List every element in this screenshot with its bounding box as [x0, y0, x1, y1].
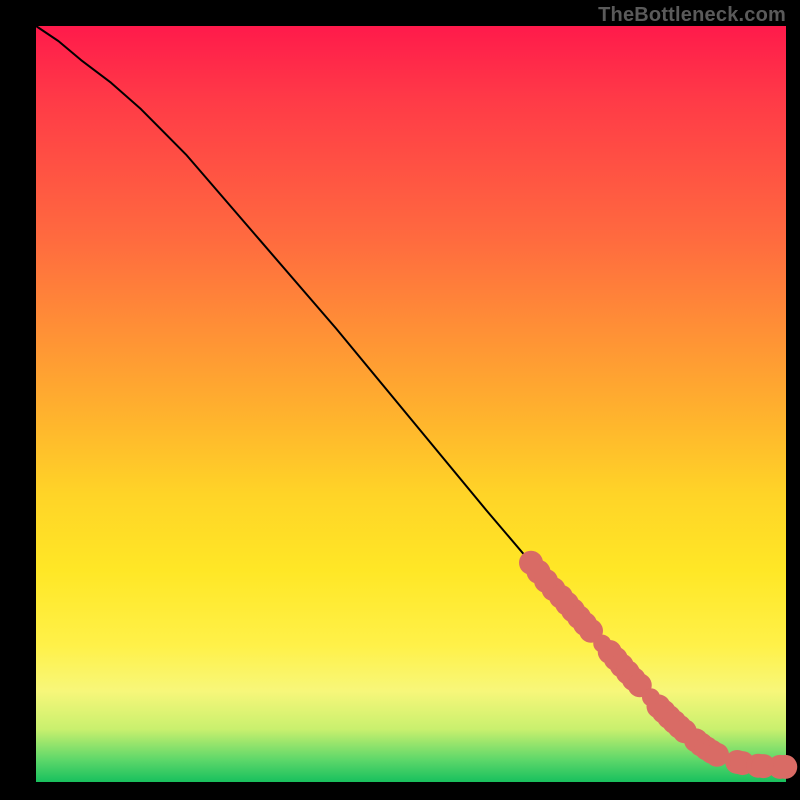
- chart-svg: [36, 26, 786, 782]
- curve-line: [36, 26, 786, 767]
- plot-area: [36, 26, 786, 782]
- watermark-text: TheBottleneck.com: [598, 4, 786, 27]
- curve-markers: [519, 551, 797, 779]
- data-point: [773, 755, 797, 779]
- chart-frame: TheBottleneck.com: [0, 0, 800, 800]
